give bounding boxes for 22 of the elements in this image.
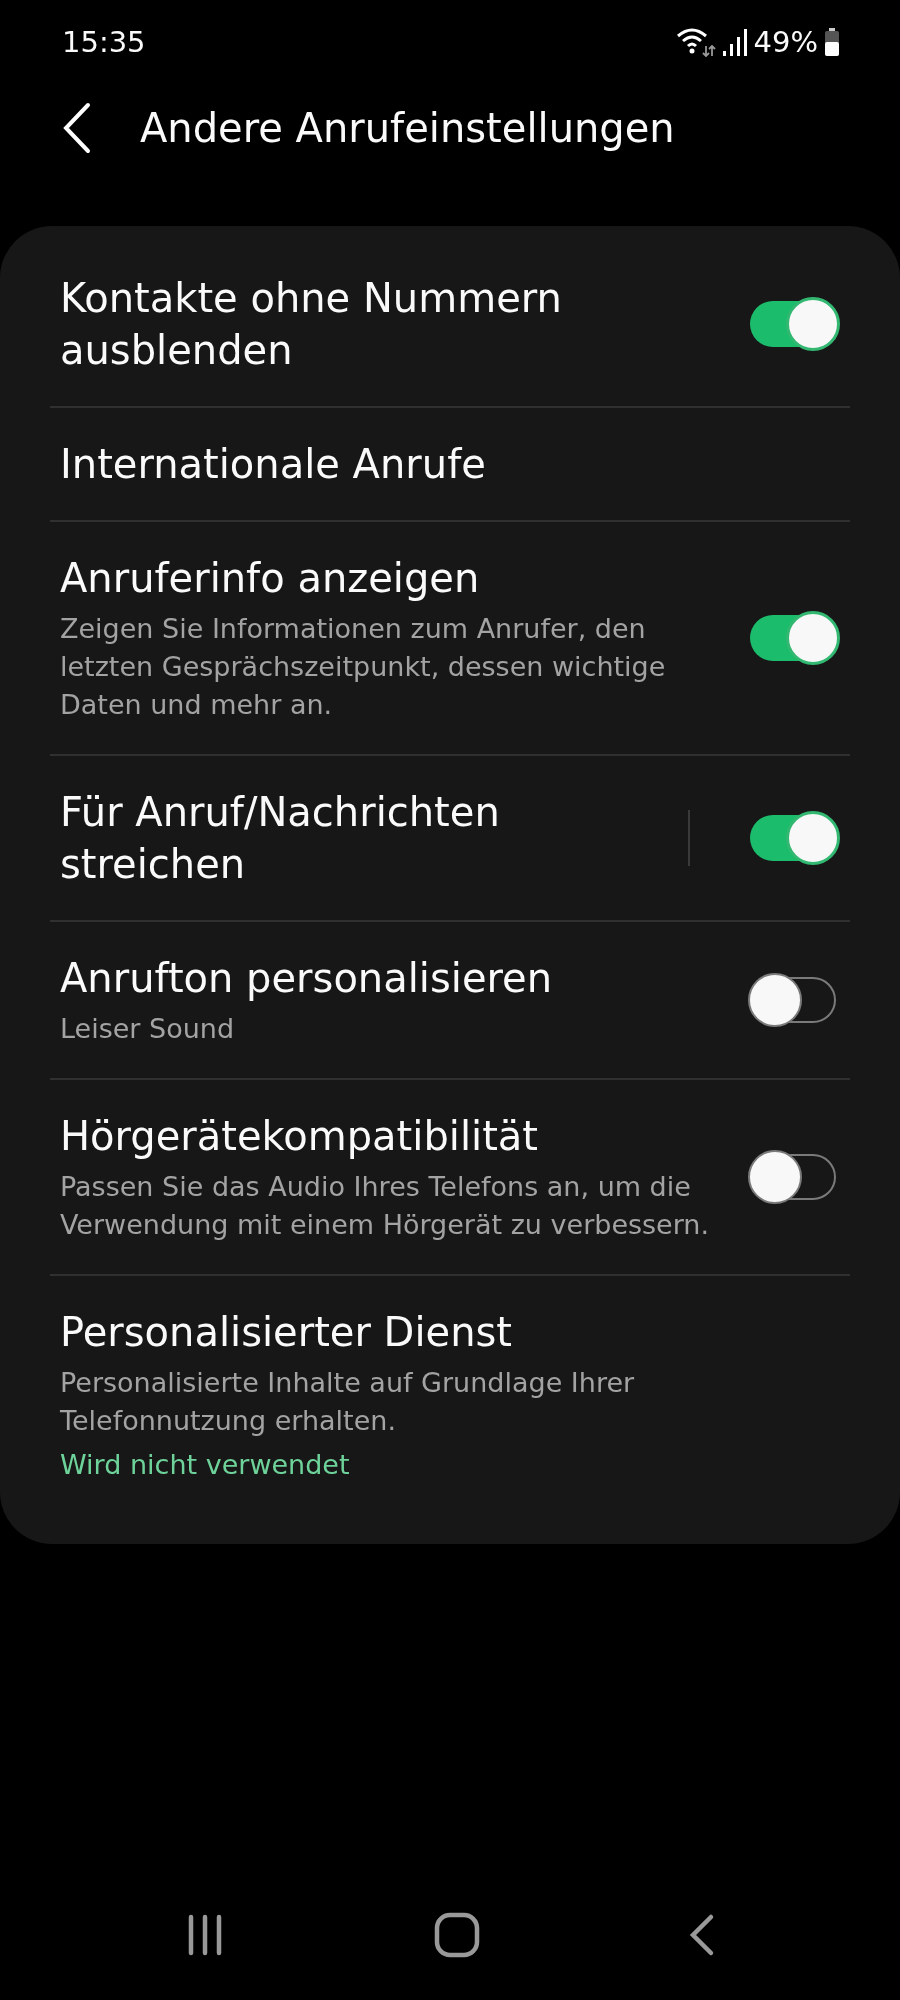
home-icon[interactable] (433, 1911, 481, 1959)
setting-status: Wird nicht verwendet (60, 1448, 351, 1482)
setting-title[interactable]: Für Anruf/Nachrichten streichen (60, 786, 688, 890)
setting-summary: Leiser Sound (60, 1012, 236, 1046)
setting-title[interactable]: Hörgerätekompatibilität (60, 1110, 720, 1162)
setting-summary: Passen Sie das Audio Ihres Telefons an, um die Verwendung mit einem Hörgerät zu verbessern. (60, 1170, 711, 1242)
page-title: Andere Anrufeinstellungen (140, 105, 675, 151)
wifi-icon (675, 26, 716, 58)
toggle-switch[interactable] (750, 611, 840, 665)
setting-title[interactable]: Kontakte ohne Nummern ausblenden (60, 272, 720, 376)
toggle-switch[interactable] (750, 297, 840, 351)
signal-icon (721, 27, 748, 57)
battery-icon (824, 27, 840, 57)
setting-title[interactable]: Anruferinfo anzeigen (60, 552, 720, 604)
setting-title[interactable]: Anrufton personalisieren (60, 952, 720, 1004)
setting-title[interactable]: Internationale Anrufe (60, 438, 840, 490)
toggle-switch[interactable] (750, 811, 840, 865)
setting-summary: Personalisierte Inhalte auf Grundlage Ihrer Telefonnutzung erhalten. (60, 1366, 636, 1438)
setting-title[interactable]: Personalisierter Dienst (60, 1306, 840, 1358)
battery-percentage: 49% (753, 25, 818, 59)
setting-summary: Zeigen Sie Informationen zum Anrufer, den letzten Gesprächszeitpunkt, dessen wichtige Daten und mehr an. (60, 612, 667, 722)
clock: 15:35 (62, 25, 146, 59)
